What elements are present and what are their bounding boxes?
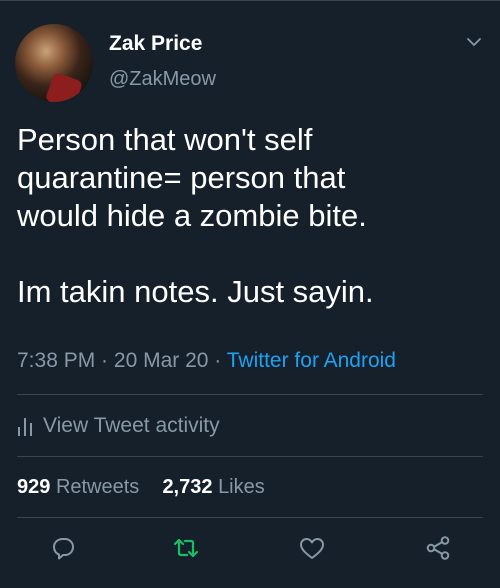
avatar[interactable] bbox=[15, 24, 93, 102]
divider bbox=[17, 456, 483, 457]
top-divider bbox=[0, 0, 500, 1]
retweets-count: 929 bbox=[17, 476, 51, 498]
like-button[interactable] bbox=[294, 530, 330, 566]
retweet-button[interactable] bbox=[168, 530, 204, 566]
likes-count: 2,732 bbox=[162, 476, 213, 498]
retweet-icon bbox=[173, 538, 199, 558]
tweet-text: Person that won't self quarantine= perso… bbox=[17, 122, 374, 309]
heart-icon bbox=[300, 538, 324, 559]
reply-icon bbox=[53, 538, 74, 560]
tweet-meta: 7:38 PM · 20 Mar 20 · Twitter for Androi… bbox=[17, 349, 396, 372]
divider bbox=[17, 394, 483, 395]
activity-label: View Tweet activity bbox=[43, 414, 220, 437]
tweet-stats: 929 Retweets 2,732 Likes bbox=[17, 476, 265, 499]
user-handle[interactable]: @ZakMeow bbox=[109, 68, 216, 91]
retweets-label: Retweets bbox=[55, 476, 140, 498]
chevron-down-icon[interactable] bbox=[466, 34, 482, 50]
share-icon bbox=[426, 536, 450, 560]
retweets-stat[interactable]: 929 Retweets bbox=[17, 476, 139, 498]
likes-label: Likes bbox=[218, 476, 265, 498]
reply-button[interactable] bbox=[45, 530, 81, 566]
divider bbox=[17, 517, 483, 518]
likes-stat[interactable]: 2,732 Likes bbox=[162, 476, 264, 498]
display-name[interactable]: Zak Price bbox=[109, 32, 202, 56]
tweet-date: 20 Mar 20 bbox=[113, 349, 209, 372]
bar-chart-icon bbox=[18, 418, 32, 436]
tweet-source-link[interactable]: Twitter for Android bbox=[227, 349, 396, 372]
tweet-time: 7:38 PM bbox=[17, 349, 96, 372]
view-activity-button[interactable]: View Tweet activity bbox=[17, 414, 220, 438]
share-button[interactable] bbox=[420, 530, 456, 566]
